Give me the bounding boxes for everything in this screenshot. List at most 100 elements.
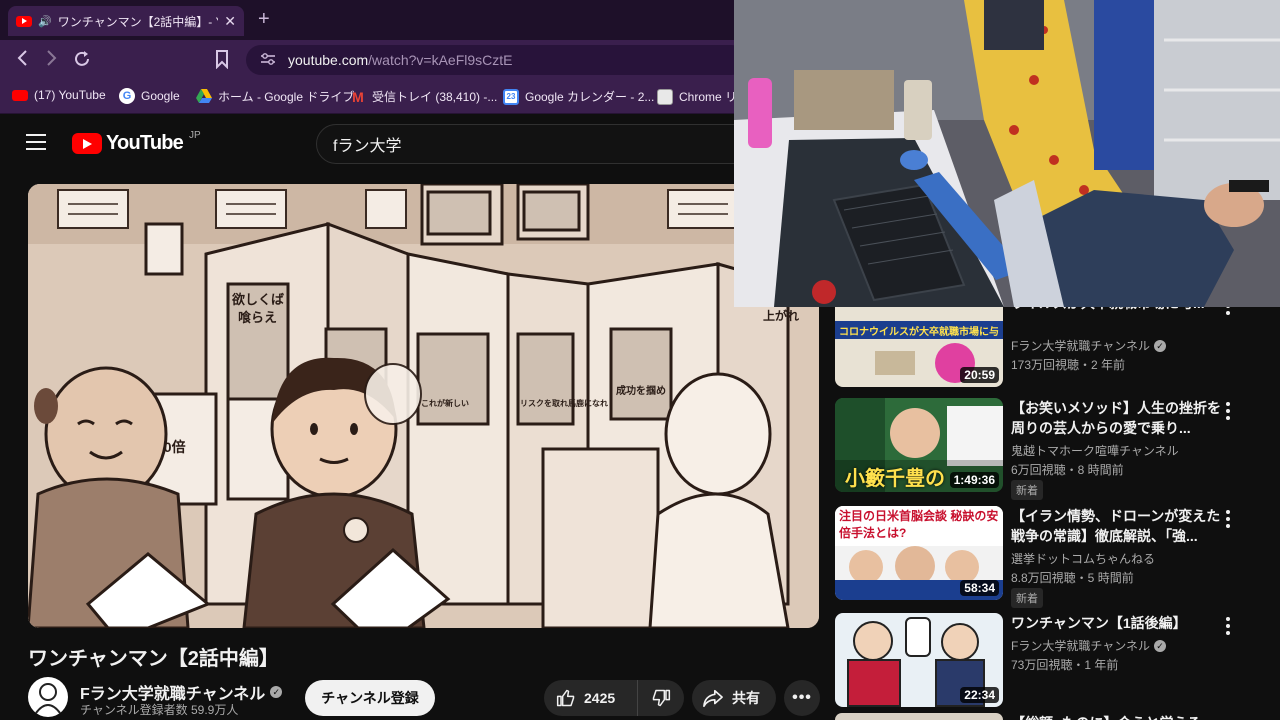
video-player[interactable]: 欲しくば 喰らえ 上がれ 成功を掴め リスクを取れ馬鹿になれ これが新しい 00…: [28, 184, 819, 628]
duration-badge: 1:49:36: [949, 472, 999, 488]
poster-text: リスクを取れ馬鹿になれ: [520, 398, 608, 408]
webcam-overlay: [734, 0, 1280, 307]
tab-title: ワンチャンマン【2話中編】- YouTube: [57, 14, 219, 29]
region-code: JP: [188, 130, 201, 141]
browser-tab-active[interactable]: 🔊 ワンチャンマン【2話中編】- YouTube ✕: [8, 6, 244, 36]
site-settings-icon[interactable]: [260, 52, 276, 69]
search-input[interactable]: fラン大学: [316, 124, 756, 164]
recommendation-meta: 6万回視聴・8 時間前: [1011, 463, 1124, 477]
kebab-menu-icon[interactable]: [1225, 510, 1231, 528]
duration-badge: 20:59: [960, 367, 999, 383]
new-badge: 新着: [1011, 480, 1043, 500]
recommendation-meta: 173万回視聴・2 年前: [1011, 358, 1126, 372]
chrome-page-icon: [657, 88, 673, 105]
verified-check-icon: ✓: [1153, 339, 1166, 352]
reload-icon[interactable]: [72, 49, 92, 74]
thumbs-down-icon: [652, 689, 671, 707]
recommendation-item[interactable]: 注目の日米首脳会談 秘訣の安倍手法とは? 58:34 【イラン情勢、ドローンが変…: [835, 506, 1280, 608]
recommendation-thumbnail[interactable]: 22:34: [835, 613, 1003, 707]
recommendation-channel-text: 鬼越トマホーク喧嘩チャンネル: [1011, 444, 1179, 458]
like-count: 2425: [584, 690, 616, 706]
hamburger-menu-icon[interactable]: [26, 134, 46, 152]
recommendation-channel-text: Fラン大学就職チャンネル: [1011, 639, 1150, 653]
duration-badge: 22:34: [960, 687, 999, 703]
back-arrow-icon[interactable]: [16, 49, 30, 72]
more-actions-button[interactable]: •••: [784, 680, 820, 716]
recommendation-channel-text: Fラン大学就職チャンネル: [1011, 339, 1150, 353]
address-bar[interactable]: youtube.com/watch?v=kAeFl9sCztE: [246, 45, 746, 75]
recommendation-channel[interactable]: 鬼越トマホーク喧嘩チャンネル: [1011, 442, 1179, 459]
poster-text: 成功を掴め: [616, 384, 666, 397]
youtube-icon: [12, 89, 28, 101]
verified-check-icon: ✓: [270, 686, 283, 698]
bookmark-label: 受信トレイ (38,410) -...: [372, 90, 498, 104]
youtube-logo[interactable]: YouTube JP: [72, 130, 201, 155]
channel-avatar[interactable]: [28, 677, 68, 717]
verified-check-icon: ✓: [1153, 639, 1166, 652]
recommendation-title[interactable]: 【お笑いメソッド】人生の挫折を周りの芸人からの愛で乗り...: [1011, 398, 1221, 438]
bookmark-label: (17) YouTube: [34, 88, 106, 102]
calendar-icon: 23: [503, 88, 519, 105]
bookmark-youtube[interactable]: (17) YouTube: [12, 88, 106, 102]
recommendation-title[interactable]: ワンチャンマン【1話後編】: [1011, 613, 1221, 633]
recommendation-thumbnail-partial[interactable]: [835, 713, 1003, 720]
bookmark-google[interactable]: G Google: [119, 88, 180, 104]
recommendation-title[interactable]: 【イラン情勢、ドローンが変えた戦争の常識】徹底解説、「強...: [1011, 506, 1221, 546]
share-label: 共有: [732, 690, 760, 706]
bookmark-chrome-page[interactable]: Chrome リ: [657, 88, 737, 105]
forward-arrow-icon[interactable]: [44, 49, 58, 72]
bookmark-label: Google: [141, 89, 180, 103]
google-icon: G: [119, 88, 135, 104]
webcam-frame: [734, 0, 1280, 307]
video-title: ワンチャンマン【2話中編】: [28, 648, 279, 670]
bookmark-label: Chrome リ: [679, 90, 738, 104]
kebab-menu-icon[interactable]: [1225, 402, 1231, 420]
subscribe-button[interactable]: チャンネル登録: [305, 680, 435, 716]
recommendation-item[interactable]: 22:34 ワンチャンマン【1話後編】 Fラン大学就職チャンネル ✓ 73万回視…: [835, 613, 1280, 713]
bookmark-label: Google カレンダー - 2...: [525, 90, 655, 104]
recommendation-channel-text: 選挙ドットコムちゃんねる: [1011, 552, 1156, 566]
subscriber-count: チャンネル登録者数 59.9万人: [80, 703, 239, 717]
recommendation-channel[interactable]: 選挙ドットコムちゃんねる: [1011, 550, 1155, 567]
duration-badge: 58:34: [960, 580, 999, 596]
dislike-button[interactable]: [638, 680, 684, 716]
bookmark-gmail[interactable]: M 受信トレイ (38,410) -...: [350, 88, 497, 105]
recommendation-channel[interactable]: Fラン大学就職チャンネル ✓: [1011, 637, 1166, 654]
recommendation-title-partial[interactable]: 【総額○ものに】会うと学える: [1011, 713, 1211, 720]
recommendation-thumbnail[interactable]: コロナウイルスが大卒就職市場に与えた影響に関する一考察 20:59: [835, 293, 1003, 387]
recommendation-item[interactable]: 小籔千豊の 1:49:36 【お笑いメソッド】人生の挫折を周りの芸人からの愛で乗…: [835, 398, 1280, 500]
kebab-menu-icon[interactable]: [1225, 617, 1231, 635]
recommendation-meta: 73万回視聴・1 年前: [1011, 658, 1119, 672]
recommendation-channel[interactable]: Fラン大学就職チャンネル ✓: [1011, 337, 1166, 354]
poster-text: これが新しい: [421, 398, 469, 408]
youtube-favicon-icon: [16, 15, 32, 27]
bookmark-calendar[interactable]: 23 Google カレンダー - 2...: [503, 88, 654, 105]
thumbs-up-icon: [556, 689, 575, 707]
recommendation-meta: 8.8万回視聴・5 時間前: [1011, 571, 1134, 585]
recommendation-item[interactable]: コロナウイルスが大卒就職市場に与えた影響に関する一考察 20:59 ウイルスが大…: [835, 293, 1280, 393]
new-tab-button[interactable]: +: [258, 8, 270, 31]
thumbnail-caption: 小籔千豊の: [845, 468, 945, 490]
recommendation-thumbnail[interactable]: 小籔千豊の 1:49:36: [835, 398, 1003, 492]
like-button[interactable]: 2425: [544, 680, 638, 716]
drive-icon: [196, 88, 212, 105]
bookmark-drive[interactable]: ホーム - Google ドライブ: [196, 88, 354, 105]
url-path: /watch?v=kAeFl9sCztE: [368, 52, 513, 68]
poster-text: 欲しくば: [231, 292, 284, 307]
tab-close-icon[interactable]: ✕: [224, 13, 236, 30]
new-badge: 新着: [1011, 588, 1043, 608]
youtube-play-icon: [72, 133, 102, 154]
search-value: fラン大学: [333, 138, 402, 155]
logo-text: YouTube: [106, 132, 184, 154]
share-arrow-icon: [703, 689, 723, 707]
video-frame: 欲しくば 喰らえ 上がれ 成功を掴め リスクを取れ馬鹿になれ これが新しい 00…: [28, 184, 819, 628]
like-dislike-group: 2425: [544, 680, 684, 716]
poster-text: 喰らえ: [238, 310, 277, 325]
share-button[interactable]: 共有: [692, 680, 776, 716]
url-host: youtube.com: [288, 52, 369, 68]
recommendation-thumbnail[interactable]: 注目の日米首脳会談 秘訣の安倍手法とは? 58:34: [835, 506, 1003, 600]
bookmark-icon[interactable]: [214, 49, 230, 74]
thumbnail-caption: コロナウイルスが大卒就職市場に与えた影響に関する一考察: [839, 327, 999, 338]
speaker-icon[interactable]: 🔊: [38, 15, 52, 28]
poster-text: 上がれ: [763, 308, 799, 323]
